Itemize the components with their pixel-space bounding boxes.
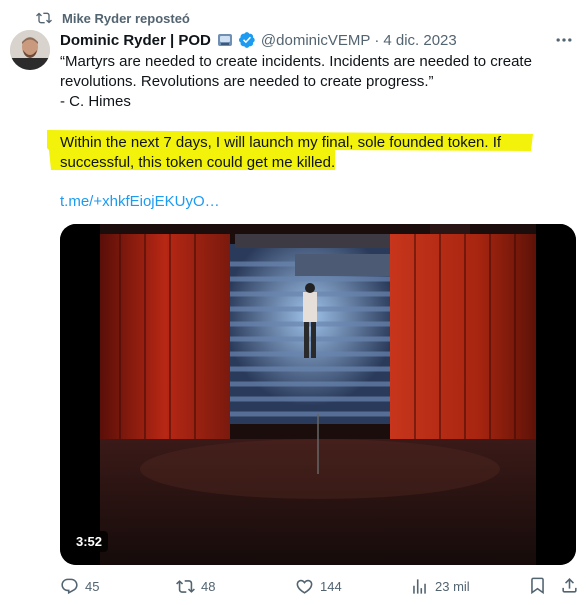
share-icon[interactable] [560, 576, 579, 595]
telegram-link[interactable]: t.me/+xhkfEiojEKUyO… [60, 193, 220, 210]
repost-indicator[interactable]: Mike Ryder reposteó [36, 9, 190, 27]
like-count: 144 [320, 578, 342, 594]
quote-line: revolutions. Revolutions are needed to c… [60, 73, 434, 90]
avatar[interactable] [10, 30, 50, 70]
verified-badge-icon[interactable] [238, 31, 256, 49]
reply-button[interactable]: 45 [60, 574, 99, 598]
repost-icon [176, 579, 195, 593]
bookmark-icon[interactable] [528, 576, 547, 595]
repost-button[interactable]: 48 [176, 574, 215, 598]
tweet-header: Dominic Ryder | POD @dominicVEMP · 4 dic… [60, 29, 546, 51]
author-handle[interactable]: @dominicVEMP [261, 32, 370, 49]
video-duration: 3:52 [70, 531, 109, 552]
video-frame [60, 224, 576, 565]
repost-count: 48 [201, 578, 216, 594]
highlight-line: Within the next 7 days, I will launch my… [60, 134, 502, 151]
tweet-date[interactable]: 4 dic. 2023 [383, 32, 456, 49]
quote-line: - C. Himes [60, 93, 131, 110]
tweet-text: “Martyrs are needed to create incidents.… [60, 52, 565, 112]
author-name[interactable]: Dominic Ryder | POD [60, 32, 211, 49]
like-button[interactable]: 144 [295, 574, 342, 598]
highlighted-text: Within the next 7 days, I will launch my… [45, 128, 535, 173]
quote-line: “Martyrs are needed to create incidents.… [60, 53, 532, 70]
repost-text: Mike Ryder reposteó [62, 10, 190, 26]
highlight-line: successful, this token could get me kill… [60, 154, 336, 171]
views-icon [413, 578, 426, 594]
more-options-icon[interactable] [554, 30, 574, 50]
action-bar: 45 48 144 23 mil [60, 574, 579, 598]
reply-icon [61, 578, 78, 594]
separator-dot: · [374, 31, 380, 49]
pod-emoji-icon [217, 34, 232, 46]
views-button[interactable]: 23 mil [410, 574, 470, 598]
heart-icon [296, 579, 313, 594]
repost-icon [36, 12, 52, 24]
reply-count: 45 [85, 578, 100, 594]
views-count: 23 mil [435, 578, 470, 594]
video-player[interactable] [60, 224, 576, 565]
